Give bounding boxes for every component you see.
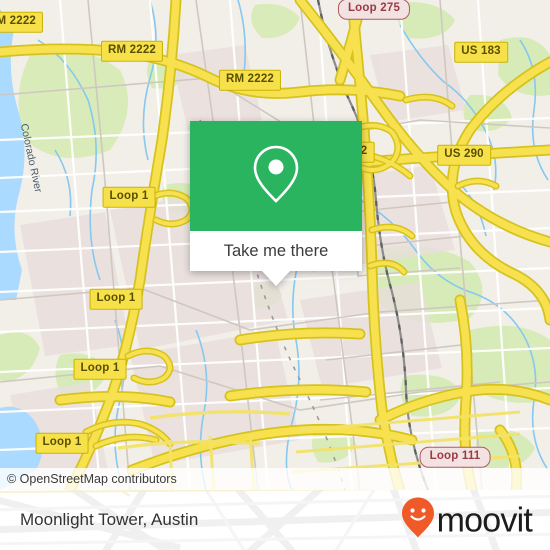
popup-header — [190, 121, 362, 231]
attribution-text: © OpenStreetMap contributors — [7, 472, 177, 486]
popup-pointer-tail — [262, 271, 290, 286]
moovit-location-card: Colorado River RM 2222 RM 2222 RM 2222 L… — [0, 0, 550, 550]
moovit-logo[interactable]: moovit — [401, 497, 533, 544]
popup-footer[interactable]: Take me there — [190, 231, 362, 271]
moovit-smiling-pin-icon — [401, 497, 435, 544]
map-attribution: © OpenStreetMap contributors — [0, 468, 550, 490]
map-pin-icon — [251, 143, 301, 210]
page-title: Moonlight Tower, Austin — [20, 510, 199, 529]
location-popup-card[interactable]: Take me there — [190, 121, 362, 286]
page-footer: Moonlight Tower, Austin moovit — [0, 490, 550, 550]
take-me-there-label: Take me there — [223, 241, 329, 260]
moovit-wordmark: moovit — [436, 501, 533, 539]
